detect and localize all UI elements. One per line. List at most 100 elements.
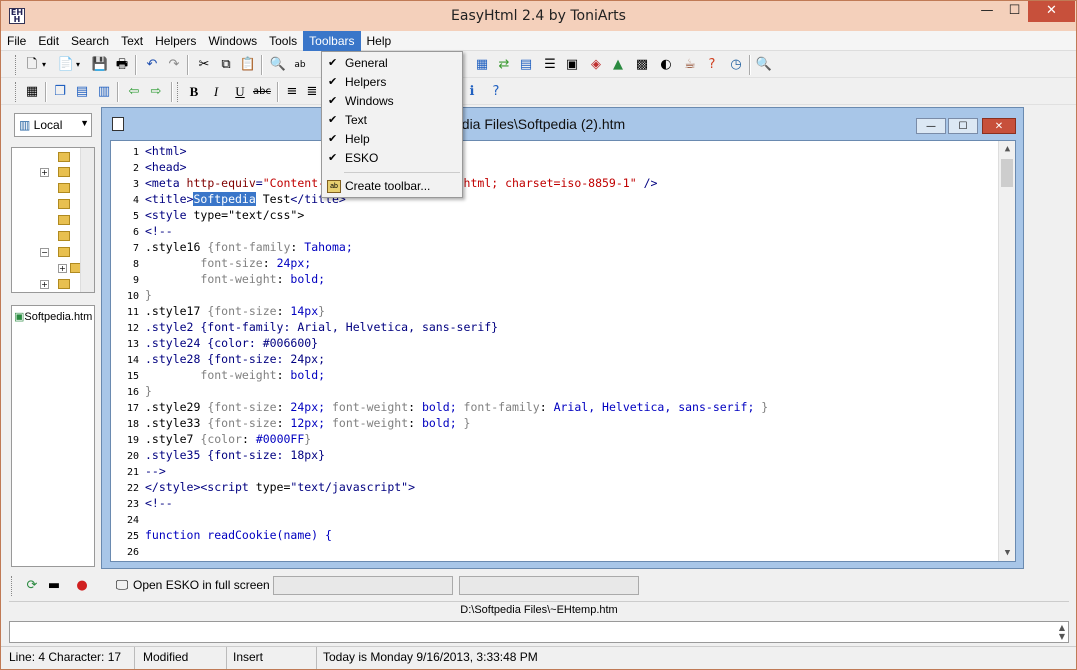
java-icon[interactable]: ☕ xyxy=(681,56,699,74)
esko-field[interactable] xyxy=(273,576,453,595)
redo-icon[interactable]: ↷ xyxy=(165,56,183,74)
code-line[interactable]: 25 function readCookie(name) { xyxy=(111,527,332,543)
expand-icon[interactable]: + xyxy=(40,280,49,289)
chevron-up-icon[interactable]: ▲ xyxy=(999,141,1015,157)
align-justify-icon[interactable]: ≣ xyxy=(303,83,321,101)
code-line[interactable]: 10} xyxy=(111,287,152,303)
italic-icon[interactable]: I xyxy=(207,83,225,101)
table-icon[interactable]: ▤ xyxy=(517,56,535,74)
code-line[interactable]: 2 <head> xyxy=(111,159,187,175)
folder-icon[interactable] xyxy=(58,199,70,209)
map-icon[interactable]: ▩ xyxy=(633,56,651,74)
maximize-button[interactable]: ☐ xyxy=(1001,1,1028,22)
code-line[interactable]: 22 </style><script type="text/javascript"… xyxy=(111,479,415,495)
code-line[interactable]: 17 .style29 {font-size: 24px; font-weight… xyxy=(111,399,768,415)
preview-icon[interactable]: 🔍 xyxy=(755,56,773,74)
form-icon[interactable]: ▣ xyxy=(563,56,581,74)
command-input[interactable]: ▲ ▼ xyxy=(9,621,1069,643)
underline-icon[interactable]: U xyxy=(231,83,249,101)
scrollbar-thumb[interactable] xyxy=(1001,159,1013,187)
document-maximize-button[interactable]: ☐ xyxy=(948,118,978,134)
paste-icon[interactable]: 📋 xyxy=(239,56,257,74)
menu-windows[interactable]: Windows xyxy=(202,31,263,51)
refresh-icon[interactable]: ⇄ xyxy=(495,56,513,74)
back-arrow-icon[interactable]: ⇦ xyxy=(125,83,143,101)
file-item[interactable]: ▣Softpedia.htm xyxy=(14,310,92,323)
chevron-down-icon[interactable]: ▼ xyxy=(1059,632,1065,641)
menu-edit[interactable]: Edit xyxy=(32,31,65,51)
code-line[interactable]: 16} xyxy=(111,383,152,399)
toolbar-toggle-esko[interactable]: ✔ ESKO xyxy=(322,149,462,168)
folder-tree[interactable]: + − + + xyxy=(11,147,95,293)
editor-scrollbar[interactable]: ▲ ▼ xyxy=(998,141,1015,561)
toolbar-toggle-help[interactable]: ✔ Help xyxy=(322,130,462,149)
chevron-up-icon[interactable]: ▲ xyxy=(1059,623,1065,632)
drive-select[interactable]: ▥ Local ▼ xyxy=(14,113,92,137)
print-icon[interactable]: 🖶 xyxy=(113,56,131,74)
code-editor[interactable]: ▲ ▼ 1 <html> 2 <head> 3 <meta http-equiv="Con… xyxy=(110,140,1016,562)
code-line[interactable]: 1 <html> xyxy=(111,143,187,159)
menu-search[interactable]: Search xyxy=(65,31,115,51)
clipboard-icon[interactable]: ▬ xyxy=(45,577,63,595)
find-icon[interactable]: 🔍 xyxy=(269,56,287,74)
menu-text[interactable]: Text xyxy=(115,31,149,51)
help-icon[interactable]: ? xyxy=(487,83,505,101)
expand-icon[interactable]: + xyxy=(58,264,67,273)
document-minimize-button[interactable]: — xyxy=(916,118,946,134)
toolbar-grip[interactable] xyxy=(11,576,14,596)
code-line[interactable]: 4 <title>Softpedia Test</title> xyxy=(111,191,346,207)
strikethrough-icon[interactable]: abc xyxy=(253,83,271,101)
calendar-icon[interactable]: ▦ xyxy=(23,83,41,101)
save-icon[interactable]: 💾 xyxy=(91,56,109,74)
folder-icon[interactable] xyxy=(58,279,70,289)
toolbar-grip[interactable] xyxy=(15,82,18,102)
cascade-icon[interactable]: ❐ xyxy=(51,83,69,101)
clock-icon[interactable]: ◷ xyxy=(727,56,745,74)
code-line[interactable]: 15 font-weight: bold; xyxy=(111,367,325,383)
code-line[interactable]: 7 .style16 {font-family: Tahoma; xyxy=(111,239,353,255)
code-line[interactable]: 26 xyxy=(111,543,145,559)
copy-icon[interactable]: ⧉ xyxy=(217,56,235,74)
replace-icon[interactable]: ab xyxy=(291,56,309,74)
document-close-button[interactable]: ✕ xyxy=(982,118,1016,134)
monitor-icon[interactable]: 🖵 xyxy=(113,577,131,595)
palette-icon[interactable]: ◈ xyxy=(587,56,605,74)
toolbar-toggle-text[interactable]: ✔ Text xyxy=(322,111,462,130)
folder-icon[interactable] xyxy=(58,231,70,241)
code-line[interactable]: 8 font-size: 24px; xyxy=(111,255,311,271)
collapse-icon[interactable]: − xyxy=(40,248,49,257)
esko-field[interactable] xyxy=(459,576,639,595)
code-line[interactable]: 5 <style type="text/css"> xyxy=(111,207,304,223)
document-icon[interactable] xyxy=(112,117,124,131)
info-icon[interactable]: ℹ xyxy=(463,83,481,101)
helper-icon[interactable]: ▦ xyxy=(473,56,491,74)
reference-icon[interactable]: ◐ xyxy=(657,56,675,74)
menu-tools[interactable]: Tools xyxy=(263,31,303,51)
open-esko-fullscreen-button[interactable]: Open ESKO in full screen xyxy=(133,578,270,592)
tree-scrollbar[interactable] xyxy=(80,148,94,292)
cut-icon[interactable]: ✂ xyxy=(195,56,213,74)
refresh-icon[interactable]: ⟳ xyxy=(23,577,41,595)
code-line[interactable]: 11 .style17 {font-size: 14px} xyxy=(111,303,325,319)
code-line[interactable]: 20 .style35 {font-size: 18px} xyxy=(111,447,325,463)
list-icon[interactable]: ☰ xyxy=(541,56,559,74)
minimize-button[interactable]: — xyxy=(973,1,1001,22)
menu-helpers[interactable]: Helpers xyxy=(149,31,202,51)
file-list[interactable]: ▣Softpedia.htm xyxy=(11,305,95,567)
tile-vertical-icon[interactable]: ▥ xyxy=(95,83,113,101)
toolbar-toggle-windows[interactable]: ✔ Windows xyxy=(322,92,462,111)
toolbar-grip[interactable] xyxy=(177,82,180,102)
image-icon[interactable]: ▲ xyxy=(609,56,627,74)
help-circle-icon[interactable]: ? xyxy=(703,56,721,74)
toolbar-toggle-helpers[interactable]: ✔ Helpers xyxy=(322,73,462,92)
folder-icon[interactable] xyxy=(58,183,70,193)
menu-file[interactable]: File xyxy=(1,31,32,51)
menu-toolbars[interactable]: Toolbars xyxy=(303,31,361,51)
close-button[interactable]: ✕ xyxy=(1028,1,1075,22)
code-line[interactable]: 14 .style28 {font-size: 24px; xyxy=(111,351,325,367)
undo-icon[interactable]: ↶ xyxy=(143,56,161,74)
bold-icon[interactable]: B xyxy=(185,83,203,101)
code-line[interactable]: 6 <!-- xyxy=(111,223,173,239)
chevron-down-icon[interactable]: ▾ xyxy=(39,56,49,74)
folder-icon[interactable] xyxy=(58,152,70,162)
